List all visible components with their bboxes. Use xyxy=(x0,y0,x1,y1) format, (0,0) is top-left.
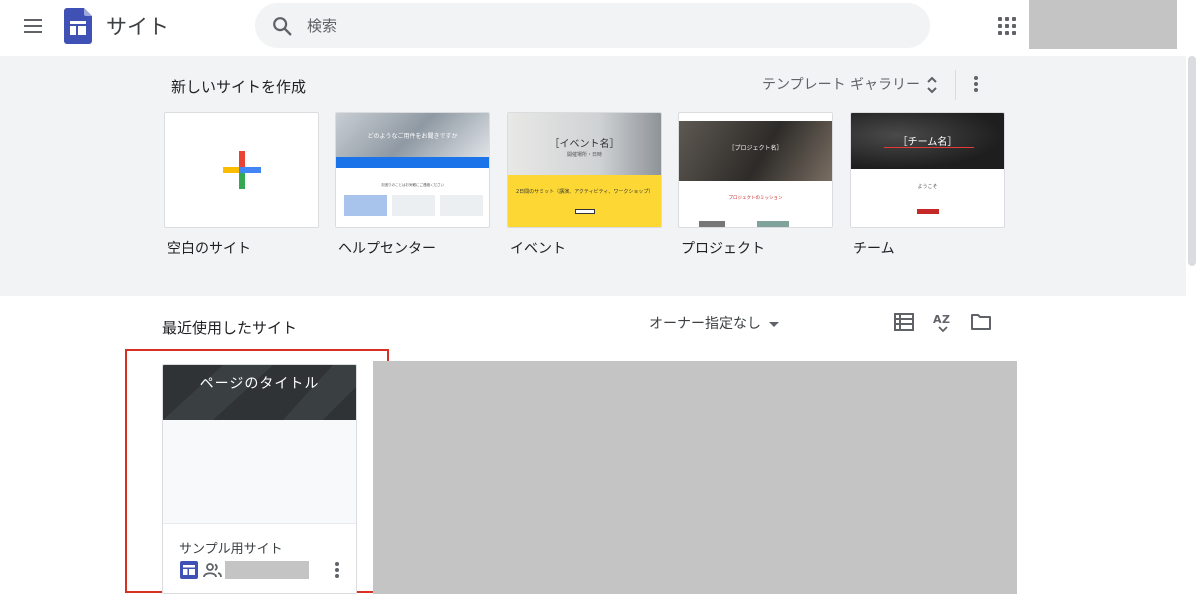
template-project[interactable]: ［プロジェクト名］ プロジェクトのミッション プロジェクト xyxy=(678,112,833,258)
shared-people-icon xyxy=(203,563,222,578)
recent-site-card[interactable]: ページのタイトル サンプル用サイト xyxy=(162,364,357,594)
page-scrollbar[interactable] xyxy=(1188,56,1196,266)
search-input[interactable] xyxy=(307,12,907,39)
template-help-center[interactable]: どのようなご用件をお聞きですか お困りのことはお気軽にご連絡ください ヘルプセン… xyxy=(335,112,490,258)
app-title: サイト xyxy=(106,15,169,39)
site-card-footer: サンプル用サイト xyxy=(163,523,356,593)
site-card-header: ページのタイトル xyxy=(163,365,356,420)
recent-sites-title: 最近使用したサイト xyxy=(162,319,298,337)
template-label: 空白のサイト xyxy=(167,241,251,257)
gallery-divider xyxy=(955,70,956,100)
template-gallery: 新しいサイトを作成 テンプレート ギャラリー 空白のサイト どのようなご用件をお… xyxy=(0,56,1186,296)
template-label: イベント xyxy=(510,241,566,257)
site-name: サンプル用サイト xyxy=(179,542,283,557)
site-card-header-title: ページのタイトル xyxy=(199,376,320,392)
template-thumbnail[interactable]: ［プロジェクト名］ プロジェクトのミッション xyxy=(678,112,833,228)
account-area-redacted xyxy=(1029,0,1177,49)
template-label: ヘルプセンター xyxy=(338,241,436,257)
template-event[interactable]: ［イベント名］ 開催場所・日時 2日間のサミット（講演、アクティビティ、ワークシ… xyxy=(507,112,662,258)
template-thumbnail[interactable]: ［チーム名］ ようこそ xyxy=(850,112,1005,228)
search-bar[interactable] xyxy=(255,3,930,48)
template-label: チーム xyxy=(853,241,895,257)
template-blank[interactable]: 空白のサイト xyxy=(164,112,319,258)
template-thumbnail[interactable] xyxy=(164,112,319,228)
expand-collapse-icon[interactable] xyxy=(925,74,939,96)
template-gallery-toggle[interactable]: テンプレート ギャラリー xyxy=(762,74,920,94)
template-thumbnail[interactable]: どのようなご用件をお聞きですか お困りのことはお気軽にご連絡ください xyxy=(335,112,490,228)
header-pattern xyxy=(163,365,356,420)
template-label: プロジェクト xyxy=(681,241,765,257)
more-options-icon[interactable] xyxy=(968,74,984,94)
top-app-bar: サイト xyxy=(0,0,1200,52)
google-apps-icon[interactable] xyxy=(997,16,1017,36)
caret-down-icon xyxy=(769,321,779,327)
folder-icon[interactable] xyxy=(970,313,992,331)
sites-logo-icon[interactable] xyxy=(64,8,92,44)
svg-text:A: A xyxy=(933,313,942,326)
plus-icon xyxy=(223,151,261,189)
search-icon[interactable] xyxy=(271,15,293,37)
svg-text:Z: Z xyxy=(942,313,950,326)
sites-icon xyxy=(180,561,198,579)
gallery-title: 新しいサイトを作成 xyxy=(171,78,307,96)
site-card-preview xyxy=(163,420,356,523)
list-view-icon[interactable] xyxy=(894,313,914,331)
owner-filter-label: オーナー指定なし xyxy=(649,316,761,332)
template-team[interactable]: ［チーム名］ ようこそ チーム xyxy=(850,112,1005,258)
template-thumbnail[interactable]: ［イベント名］ 開催場所・日時 2日間のサミット（講演、アクティビティ、ワークシ… xyxy=(507,112,662,228)
main-menu-icon[interactable] xyxy=(22,16,44,36)
sort-az-icon[interactable]: A Z xyxy=(932,311,954,333)
owner-redacted xyxy=(225,561,309,579)
site-more-options-icon[interactable] xyxy=(329,560,345,580)
owner-filter-dropdown[interactable]: オーナー指定なし xyxy=(649,313,779,333)
redacted-sites-area xyxy=(373,361,1017,594)
